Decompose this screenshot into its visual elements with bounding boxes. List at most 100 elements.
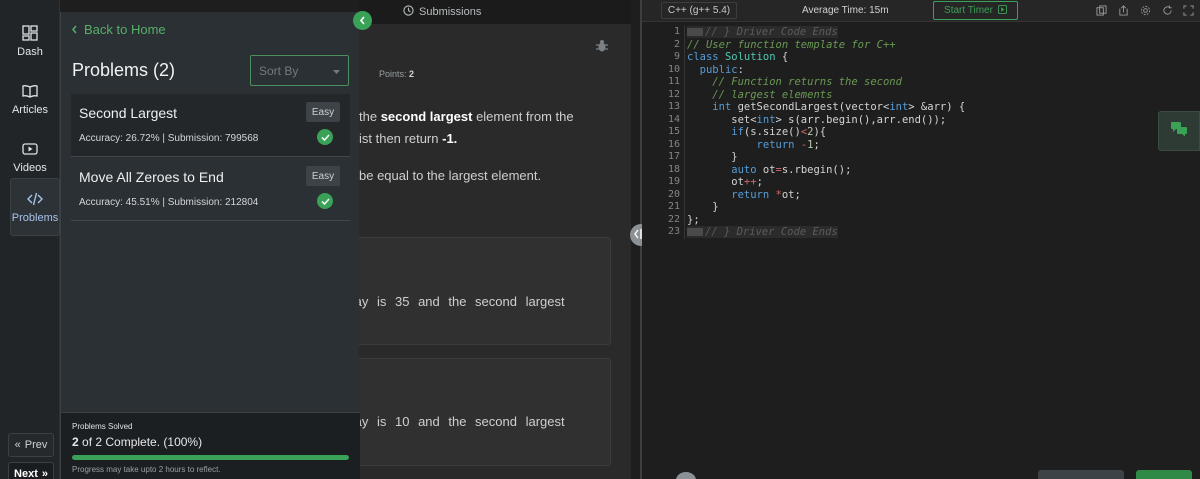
fold-marker-icon[interactable] (687, 28, 703, 36)
progress-box: Problems Solved 2 of 2 Complete. (100%) … (61, 412, 360, 479)
example-text-1: rray is 35 and the second largest (359, 294, 565, 309)
line-number: 12 (667, 88, 680, 100)
difficulty-badge: Easy (306, 166, 340, 186)
caret-down-icon (333, 64, 340, 78)
line-number: 18 (667, 163, 680, 175)
rail-item-label: Problems (11, 212, 59, 224)
problem-name: Second Largest (79, 105, 178, 121)
code-area[interactable]: // } Driver Code Ends // User function t… (684, 26, 1200, 239)
line-number: 9 (673, 51, 680, 62)
play-circle-icon (997, 4, 1007, 17)
line-number: 15 (667, 126, 680, 137)
submissions-tab[interactable]: Submissions (403, 5, 481, 19)
progress-note: Progress may take upto 2 hours to reflec… (72, 465, 221, 474)
problem-statement-pane: Submissions Points: 2 the second largest… (359, 0, 631, 479)
rail-item-articles[interactable]: Articles (0, 70, 60, 128)
example-text-2: rray is 10 and the second largest (359, 414, 565, 429)
rail-item-label: Videos (13, 162, 47, 174)
code-line: } (687, 201, 719, 213)
line-number: 2 (673, 38, 680, 50)
progress-bar-fill (72, 455, 349, 460)
chevron-left-icon (71, 22, 78, 37)
line-number: 11 (667, 76, 680, 87)
chat-button[interactable] (1158, 111, 1200, 151)
fullscreen-icon[interactable] (1182, 4, 1195, 17)
problems-panel: Back to Home Problems (2) Sort By Second… (60, 12, 360, 479)
double-chevron-left-icon: « (14, 439, 21, 451)
code-line: public: (699, 63, 744, 76)
code-editor-pane: C++ (g++ 5.4) Average Time: 15m Start Ti… (642, 0, 1200, 479)
chat-bubbles-icon (1170, 121, 1188, 142)
line-number: 20 (667, 188, 680, 200)
progress-count-rest: of 2 Complete. (100%) (78, 435, 203, 449)
left-nav-rail: Dash Articles Videos Problems « Prev Nex… (0, 0, 60, 479)
line-number: 21 (667, 201, 680, 212)
line-number: 16 (667, 138, 680, 150)
problem-meta: Accuracy: 26.72% | Submission: 799568 (79, 133, 259, 144)
rail-item-label: Dash (17, 46, 43, 58)
sort-by-dropdown[interactable]: Sort By (250, 55, 349, 86)
double-chevron-right-icon: » (41, 468, 48, 479)
language-selector[interactable]: C++ (g++ 5.4) (661, 2, 737, 19)
rail-item-dash[interactable]: Dash (0, 12, 60, 70)
fold-marker-icon[interactable] (687, 228, 703, 236)
code-line: return *ot; (731, 188, 801, 201)
book-icon (21, 82, 39, 100)
code-line: // largest elements (712, 88, 833, 101)
rail-item-problems[interactable]: Problems (10, 178, 60, 236)
next-button[interactable]: Next » (8, 462, 54, 479)
editor-toolbar: C++ (g++ 5.4) Average Time: 15m Start Ti… (642, 0, 1200, 22)
panel-title: Problems (2) (72, 60, 176, 80)
statement-tabbar: Submissions (359, 0, 631, 24)
problem-name: Move All Zeroes to End (79, 169, 224, 185)
back-to-home-link[interactable]: Back to Home (71, 22, 166, 37)
code-line: // Function returns the second (712, 76, 902, 88)
problem-item[interactable]: Move All Zeroes to End Easy Accuracy: 45… (71, 158, 350, 221)
code-line: class Solution { (687, 51, 789, 63)
line-number: 1 (673, 26, 680, 37)
problem-item[interactable]: Second Largest Easy Accuracy: 26.72% | S… (71, 94, 350, 157)
text-span: element from the (472, 109, 574, 124)
clock-icon (403, 5, 414, 19)
code-line: } (687, 151, 738, 163)
difficulty-badge: Easy (306, 102, 340, 122)
code-line: ot++; (687, 176, 763, 188)
line-number-gutter: 1 2 9 10 11 12 13 14 15 16 17 18 19 20 2… (642, 26, 680, 239)
code-line: // User function template for C++ (687, 38, 896, 51)
start-timer-button[interactable]: Start Timer (933, 1, 1018, 20)
line-number: 17 (667, 151, 680, 162)
points-value: 2 (409, 69, 415, 79)
line-number: 22 (667, 213, 680, 225)
points-text: Points: 2 (379, 69, 414, 79)
prev-button[interactable]: « Prev (8, 433, 54, 457)
code-line: if(s.size()<2){ (731, 126, 827, 138)
code-line: auto ot=s.rbegin(); (731, 163, 852, 176)
bug-report-icon[interactable] (595, 39, 609, 58)
line-number: 14 (667, 113, 680, 125)
solved-count: 2 (72, 435, 79, 449)
start-timer-label: Start Timer (944, 5, 993, 16)
compile-run-button[interactable] (1038, 470, 1124, 479)
editor-settings-toggle[interactable] (676, 472, 696, 479)
code-line: // } Driver Code Ends (685, 26, 1200, 39)
chevron-left-icon (359, 12, 366, 30)
settings-gear-icon[interactable] (1139, 4, 1152, 17)
submissions-label: Submissions (419, 6, 482, 18)
problem-meta: Accuracy: 45.51% | Submission: 212804 (79, 197, 259, 208)
upload-icon[interactable] (1117, 4, 1130, 17)
code-line: return -1; (756, 138, 820, 151)
check-circle-icon (317, 129, 333, 145)
prev-label: Prev (24, 439, 48, 451)
progress-count: 2 of 2 Complete. (100%) (72, 435, 202, 449)
play-icon (21, 140, 39, 158)
points-label: Points: (379, 69, 407, 79)
copy-icon[interactable] (1095, 4, 1108, 17)
code-line: int getSecondLargest(vector<int> &arr) { (712, 101, 966, 113)
submit-button[interactable] (1136, 470, 1192, 479)
reset-icon[interactable] (1161, 4, 1174, 17)
code-icon (26, 190, 44, 208)
statement-body: Points: 2 the second largest element fro… (359, 24, 631, 479)
code-line: // } Driver Code Ends (685, 226, 1200, 239)
collapse-panel-button[interactable] (353, 11, 372, 30)
check-circle-icon (317, 193, 333, 209)
